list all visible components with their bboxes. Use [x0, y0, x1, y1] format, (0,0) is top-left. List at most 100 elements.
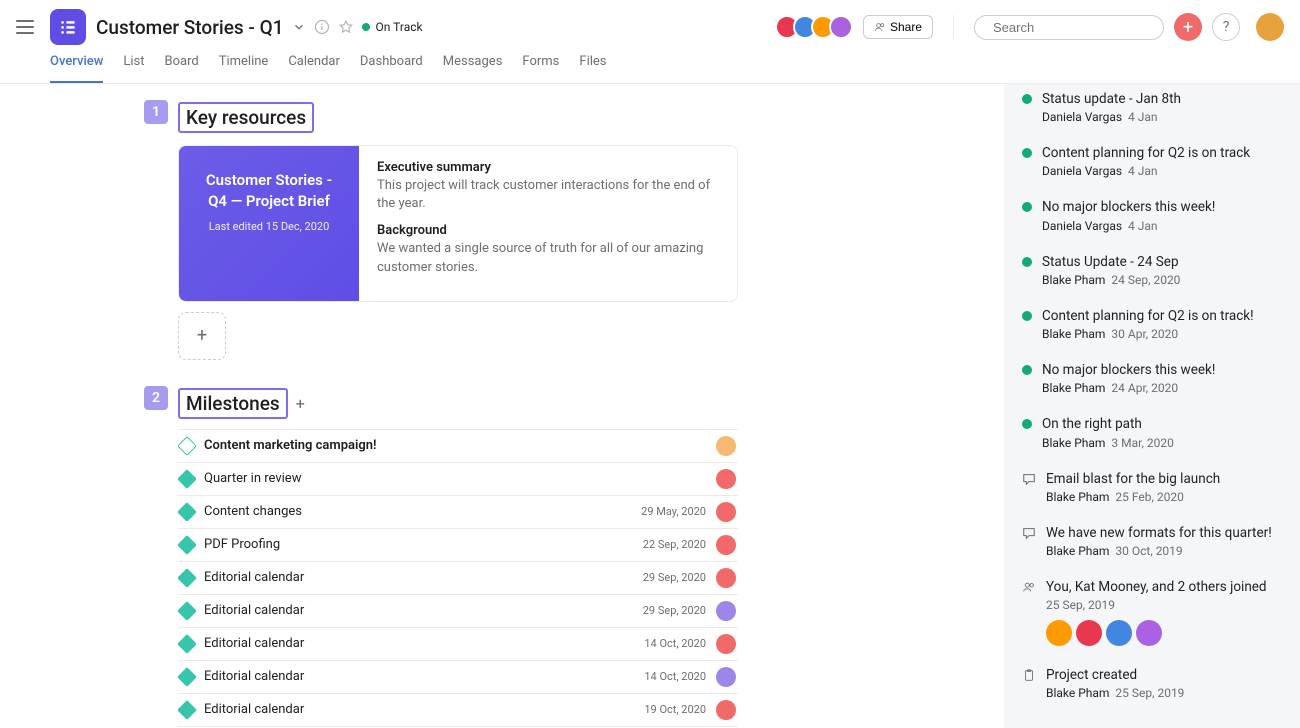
section-title-milestones[interactable]: Milestones [178, 388, 288, 419]
status-label: On Track [376, 20, 423, 34]
search-input[interactable] [993, 20, 1169, 35]
assignee-avatar[interactable] [716, 601, 736, 621]
activity-item[interactable]: No major blockers this week! Blake Pham 2… [1004, 351, 1300, 405]
star-icon[interactable] [338, 19, 354, 35]
activity-meta: Daniela Vargas 4 Jan [1042, 164, 1282, 178]
assignee-avatar[interactable] [716, 568, 736, 588]
activity-title: No major blockers this week! [1042, 361, 1282, 379]
brief-title: Customer Stories - Q4 — Project Brief [195, 170, 343, 212]
activity-meta: Blake Pham 24 Sep, 2020 [1042, 273, 1282, 287]
milestone-row[interactable]: Editorial calendar 19 Oct, 2020 [178, 694, 738, 727]
milestone-row[interactable]: Editorial calendar29 Sep, 2020 [178, 595, 738, 628]
milestone-name: Editorial calendar [204, 669, 634, 684]
milestone-row[interactable]: Content marketing campaign! [178, 429, 738, 463]
tab-dashboard[interactable]: Dashboard [360, 54, 423, 83]
activity-title: You, Kat Mooney, and 2 others joined [1046, 578, 1282, 596]
milestone-name: Editorial calendar [204, 603, 633, 618]
assignee-avatar[interactable] [716, 502, 736, 522]
section-badge: 2 [144, 386, 168, 410]
activity-title: On the right path [1042, 415, 1282, 433]
milestone-name: Content marketing campaign! [204, 438, 696, 453]
activity-item[interactable]: Email blast for the big launchBlake Pham… [1004, 460, 1300, 514]
milestone-status-icon[interactable] [177, 700, 197, 720]
hamburger-menu-icon[interactable] [16, 15, 40, 39]
activity-title: Project created [1046, 666, 1282, 684]
tab-list[interactable]: List [123, 54, 144, 83]
tab-timeline[interactable]: Timeline [219, 54, 269, 83]
assignee-avatar[interactable] [716, 667, 736, 687]
member-avatars[interactable] [781, 15, 853, 39]
status-pill[interactable]: On Track [362, 20, 423, 34]
status-dot-icon [1022, 148, 1032, 158]
tab-files[interactable]: Files [579, 54, 606, 83]
activity-item[interactable]: Status Update - 24 SepBlake Pham 24 Sep,… [1004, 243, 1300, 297]
activity-item[interactable]: Status update - Jan 8thDaniela Vargas 4 … [1004, 84, 1300, 134]
activity-meta: Blake Pham 30 Apr, 2020 [1042, 327, 1282, 341]
user-avatar[interactable] [1256, 13, 1284, 41]
brief-bg-body: We wanted a single source of truth for a… [377, 240, 719, 276]
assignee-avatar[interactable] [716, 700, 736, 720]
project-title[interactable]: Customer Stories - Q1 [96, 16, 284, 39]
milestone-status-icon[interactable] [177, 469, 197, 489]
chevron-down-icon[interactable] [292, 20, 306, 34]
milestone-status-icon[interactable] [177, 502, 197, 522]
brief-meta: Last edited 15 Dec, 2020 [195, 220, 343, 233]
milestone-row[interactable]: PDF Proofing22 Sep, 2020 [178, 529, 738, 562]
project-brief-card[interactable]: Customer Stories - Q4 — Project Brief La… [178, 145, 738, 302]
global-add-button[interactable]: + [1174, 13, 1202, 41]
milestone-status-icon[interactable] [177, 436, 197, 456]
tab-board[interactable]: Board [165, 54, 199, 83]
add-milestone-button[interactable]: + [296, 394, 305, 413]
milestone-row[interactable]: Editorial calendar29 Sep, 2020 [178, 562, 738, 595]
milestone-row[interactable]: Editorial calendar14 Oct, 2020 [178, 661, 738, 694]
activity-item[interactable]: We have new formats for this quarter!Bla… [1004, 514, 1300, 568]
status-dot-icon [1022, 257, 1032, 267]
section-title-key-resources[interactable]: Key resources [178, 102, 314, 133]
divider [953, 15, 954, 39]
activity-meta: Blake Pham 30 Oct, 2019 [1046, 544, 1282, 558]
people-icon [874, 21, 886, 33]
help-button[interactable]: ? [1212, 13, 1240, 41]
milestone-status-icon[interactable] [177, 535, 197, 555]
milestone-name: Editorial calendar [204, 702, 634, 717]
activity-item[interactable]: Content planning for Q2 is on track!Blak… [1004, 297, 1300, 351]
activity-meta: Blake Pham 25 Feb, 2020 [1046, 490, 1282, 504]
assignee-avatar[interactable] [716, 436, 736, 456]
share-button[interactable]: Share [863, 15, 933, 39]
activity-item[interactable]: You, Kat Mooney, and 2 others joined25 S… [1004, 568, 1300, 656]
tab-forms[interactable]: Forms [522, 54, 559, 83]
add-resource-button[interactable]: + [178, 312, 226, 360]
milestone-status-icon[interactable] [177, 568, 197, 588]
people-icon [1022, 580, 1036, 594]
assignee-avatar[interactable] [716, 535, 736, 555]
milestone-name: Editorial calendar [204, 570, 633, 585]
tab-overview[interactable]: Overview [50, 54, 103, 83]
assignee-avatar[interactable] [716, 634, 736, 654]
activity-item[interactable]: Project createdBlake Pham 25 Sep, 2019 [1004, 656, 1300, 710]
milestone-row[interactable]: Content changes29 May, 2020 [178, 496, 738, 529]
activity-item[interactable]: On the right path Blake Pham 3 Mar, 2020 [1004, 405, 1300, 459]
milestone-status-icon[interactable] [177, 667, 197, 687]
brief-bg-heading: Background [377, 223, 719, 238]
milestone-row[interactable]: Quarter in review [178, 463, 738, 496]
status-dot-icon [1022, 202, 1032, 212]
tab-calendar[interactable]: Calendar [288, 54, 340, 83]
info-icon[interactable] [314, 19, 330, 35]
activity-meta: Daniela Vargas 4 Jan [1042, 110, 1282, 124]
brief-exec-body: This project will track customer interac… [377, 177, 719, 213]
milestone-date: 19 Oct, 2020 [644, 703, 706, 716]
message-icon [1022, 472, 1036, 486]
search-box[interactable] [974, 15, 1164, 40]
assignee-avatar[interactable] [716, 469, 736, 489]
status-dot-icon [1022, 94, 1032, 104]
activity-meta: Blake Pham 24 Apr, 2020 [1042, 381, 1282, 395]
tab-messages[interactable]: Messages [443, 54, 503, 83]
status-dot-icon [1022, 365, 1032, 375]
activity-meta: Blake Pham 3 Mar, 2020 [1042, 436, 1282, 450]
milestone-status-icon[interactable] [177, 601, 197, 621]
milestone-row[interactable]: Editorial calendar14 Oct, 2020 [178, 628, 738, 661]
milestone-name: Editorial calendar [204, 636, 634, 651]
activity-item[interactable]: Content planning for Q2 is on trackDanie… [1004, 134, 1300, 188]
activity-item[interactable]: No major blockers this week!Daniela Varg… [1004, 188, 1300, 242]
milestone-status-icon[interactable] [177, 634, 197, 654]
